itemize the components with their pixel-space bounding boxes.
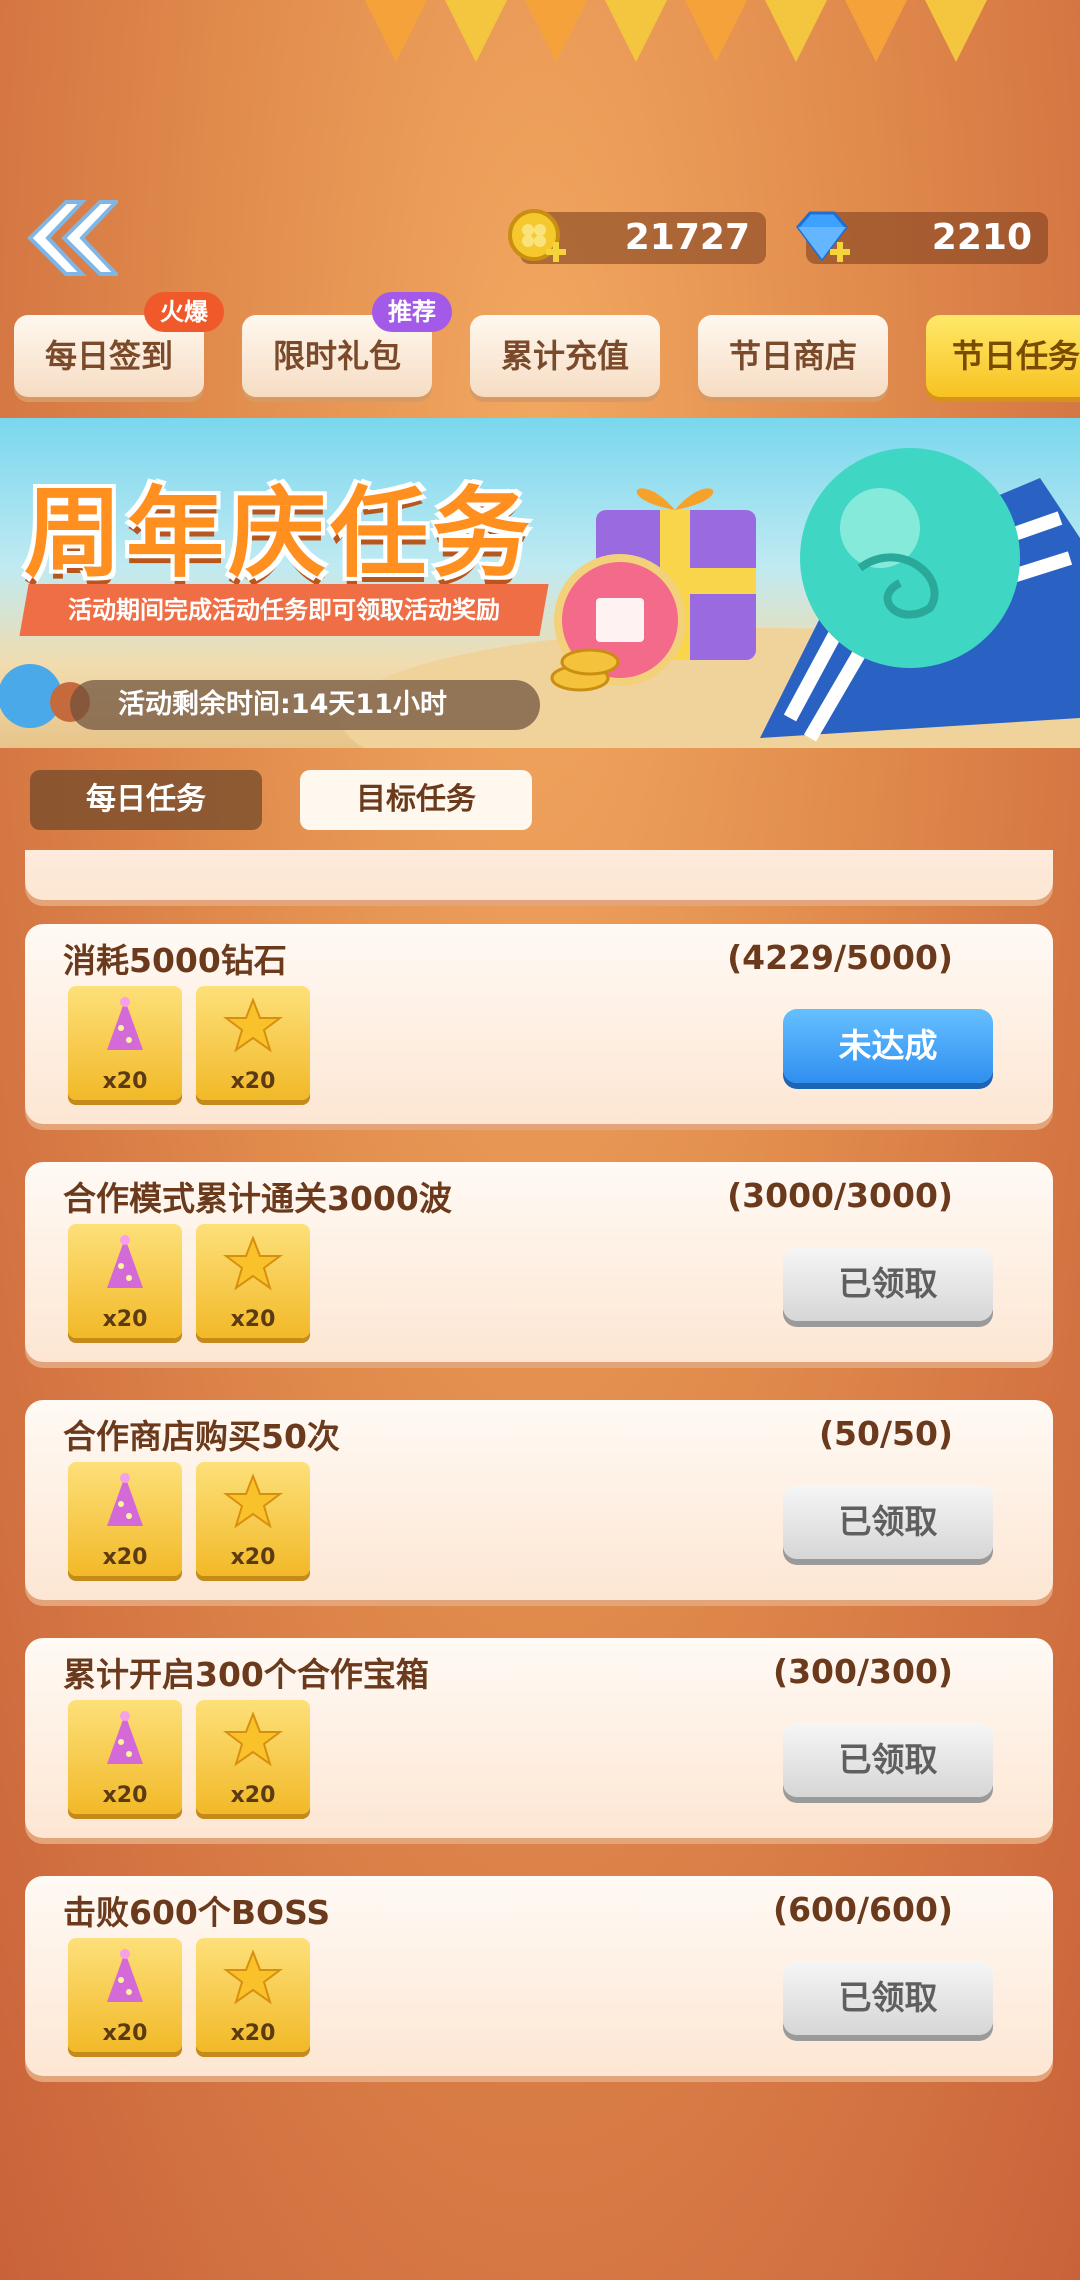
claimed-button[interactable]: 已领取 — [783, 1485, 993, 1559]
tab-label: 节日商店 — [728, 337, 857, 375]
reward-item: x20 — [68, 1224, 182, 1338]
button-label: 已领取 — [838, 1978, 938, 2017]
event-banner: 周年庆任务 活动期间完成活动任务即可领取活动奖励 活动剩余时间:14天11小时 — [0, 418, 1080, 748]
reward-item: x20 — [196, 986, 310, 1100]
reward-qty: x20 — [102, 1545, 148, 1570]
claimed-button[interactable]: 已领取 — [783, 1723, 993, 1797]
task-card-partial — [25, 850, 1053, 900]
hot-badge: 火爆 — [144, 292, 224, 332]
back-button[interactable] — [22, 196, 121, 280]
event-timer-text: 活动剩余时间:14天11小时 — [118, 689, 447, 720]
task-progress: (50/50) — [818, 1414, 953, 1453]
task-progress: (3000/3000) — [727, 1176, 953, 1215]
claimed-button[interactable]: 已领取 — [783, 1961, 993, 2035]
double-chevron-left-icon — [27, 200, 121, 276]
reward-qty: x20 — [230, 1069, 276, 1094]
reward-qty: x20 — [230, 1783, 276, 1808]
task-card: 消耗5000钻石 (4229/5000) x20 x20 未达成 — [25, 924, 1053, 1124]
clover-coin-icon — [506, 205, 570, 269]
recommend-badge: 推荐 — [372, 292, 452, 332]
reward-qty: x20 — [230, 1545, 276, 1570]
task-title: 击败600个BOSS — [63, 1893, 331, 1932]
tab-label: 每日签到 — [44, 337, 173, 375]
reward-item: x20 — [68, 986, 182, 1100]
task-card: 合作模式累计通关3000波 (3000/3000) x20 x20 已领取 — [25, 1162, 1053, 1362]
tab-label: 限时礼包 — [272, 337, 401, 375]
reward-qty: x20 — [102, 2021, 148, 2046]
incomplete-button[interactable]: 未达成 — [783, 1009, 993, 1083]
tab-label: 节日任务 — [952, 337, 1080, 375]
task-title: 消耗5000钻石 — [63, 941, 287, 980]
subtab-daily-tasks[interactable]: 每日任务 — [30, 770, 262, 830]
task-list[interactable]: 消耗5000钻石 (4229/5000) x20 x20 未达成 合作模式累计通… — [0, 850, 1080, 2090]
party-hat-icon — [107, 1473, 143, 1526]
star-icon — [223, 1711, 283, 1767]
task-card: 合作商店购买50次 (50/50) x20 x20 已领取 — [25, 1400, 1053, 1600]
party-hat-icon — [107, 1235, 143, 1288]
subtab-label: 每日任务 — [86, 782, 206, 817]
star-icon — [223, 1473, 283, 1529]
reward-qty: x20 — [230, 2021, 276, 2046]
reward-item: x20 — [68, 1938, 182, 2052]
banner-subtitle: 活动期间完成活动任务即可领取活动奖励 — [19, 584, 549, 636]
button-label: 已领取 — [838, 1264, 938, 1303]
task-progress: (300/300) — [773, 1652, 953, 1691]
subtab-label: 目标任务 — [356, 782, 476, 817]
reward-qty: x20 — [230, 1307, 276, 1332]
banner-title: 周年庆任务 — [24, 477, 535, 591]
party-hat-icon — [107, 1949, 143, 2002]
task-card: 累计开启300个合作宝箱 (300/300) x20 x20 已领取 — [25, 1638, 1053, 1838]
diamond-icon — [790, 205, 854, 269]
tab-cumulative-recharge[interactable]: 累计充值 — [470, 315, 660, 397]
reward-item: x20 — [196, 1224, 310, 1338]
task-progress: (600/600) — [773, 1890, 953, 1929]
button-label: 未达成 — [838, 1026, 938, 1065]
button-label: 已领取 — [838, 1502, 938, 1541]
task-title: 合作商店购买50次 — [63, 1417, 340, 1456]
tab-festival-tasks[interactable]: 节日任务 — [926, 315, 1080, 397]
button-label: 已领取 — [838, 1740, 938, 1779]
event-timer: 活动剩余时间:14天11小时 — [70, 680, 540, 730]
subtab-goal-tasks[interactable]: 目标任务 — [300, 770, 532, 830]
tab-label: 累计充值 — [500, 337, 629, 375]
tab-festival-shop[interactable]: 节日商店 — [698, 315, 888, 397]
party-hat-icon — [107, 1711, 143, 1764]
reward-qty: x20 — [102, 1307, 148, 1332]
diamond-balance-value: 2210 — [931, 217, 1032, 258]
coin-balance-value: 21727 — [624, 217, 750, 258]
reward-item: x20 — [196, 1462, 310, 1576]
reward-item: x20 — [68, 1462, 182, 1576]
party-hat-icon — [107, 997, 143, 1050]
star-icon — [223, 1235, 283, 1291]
reward-item: x20 — [68, 1700, 182, 1814]
claimed-button[interactable]: 已领取 — [783, 1247, 993, 1321]
star-icon — [223, 1949, 283, 2005]
bunting-decoration — [300, 0, 1060, 80]
reward-qty: x20 — [102, 1069, 148, 1094]
task-card: 击败600个BOSS (600/600) x20 x20 已领取 — [25, 1876, 1053, 2076]
task-progress: (4229/5000) — [727, 938, 953, 977]
task-title: 合作模式累计通关3000波 — [63, 1179, 452, 1218]
reward-item: x20 — [196, 1938, 310, 2052]
reward-qty: x20 — [102, 1783, 148, 1808]
task-title: 累计开启300个合作宝箱 — [63, 1655, 429, 1694]
star-icon — [223, 997, 283, 1053]
reward-item: x20 — [196, 1700, 310, 1814]
